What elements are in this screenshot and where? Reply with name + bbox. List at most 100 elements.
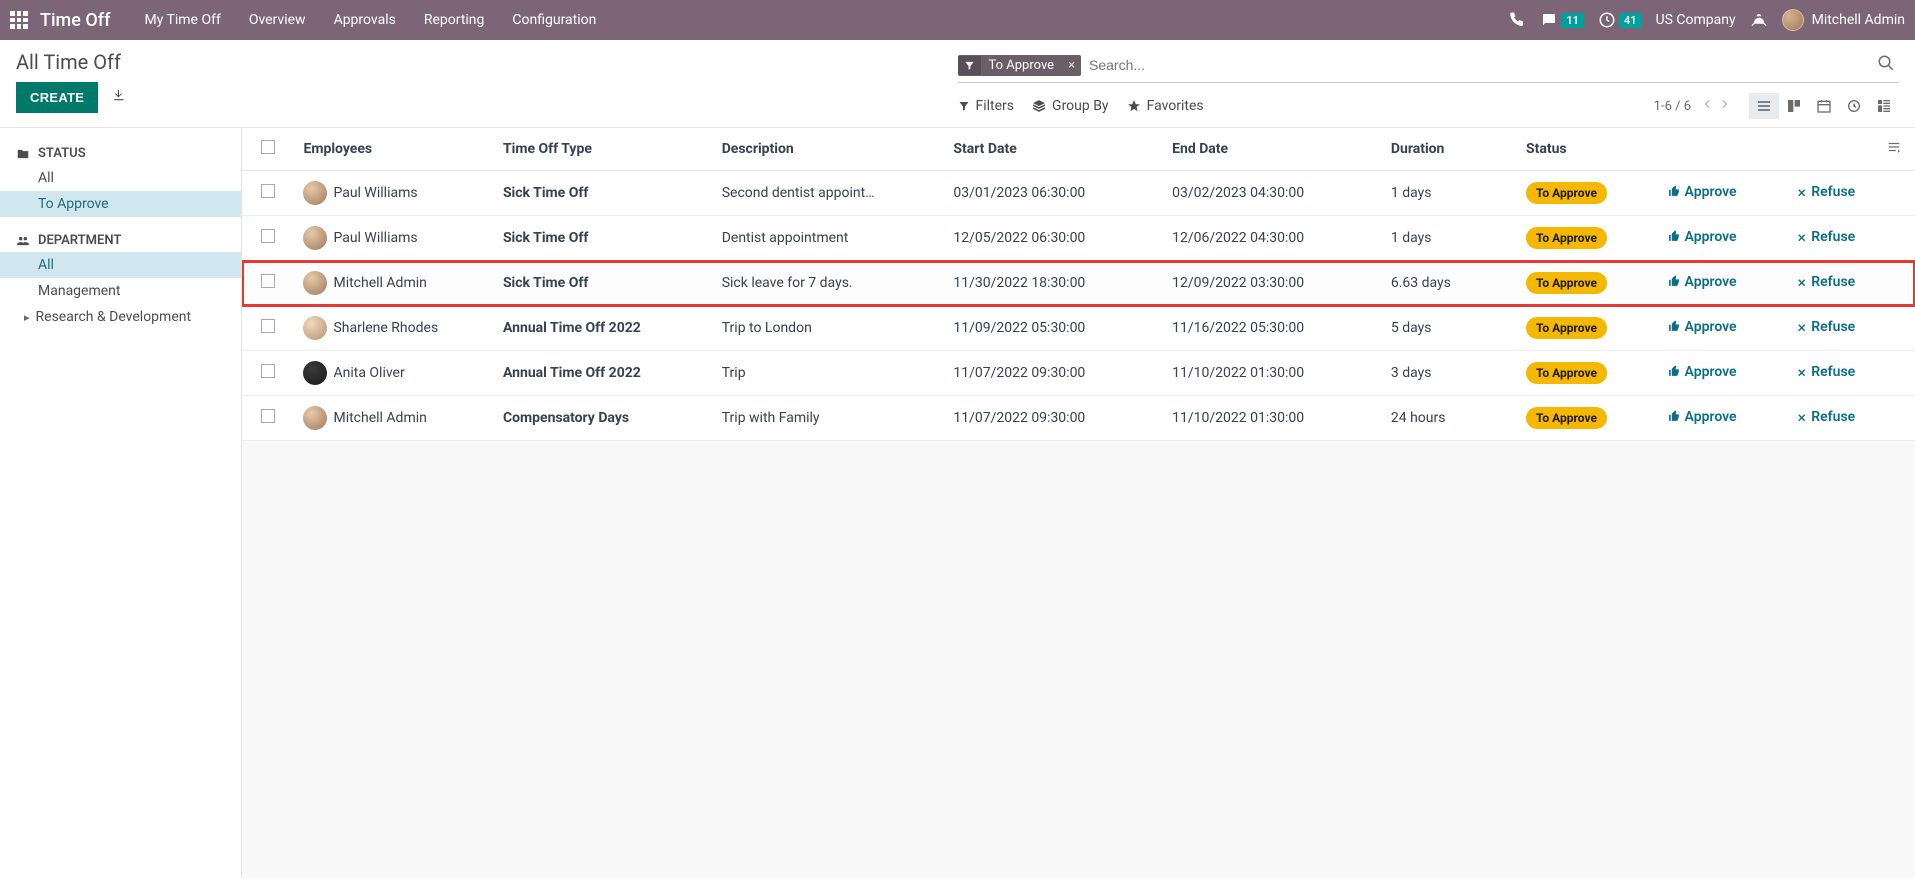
start-date: 12/05/2022 06:30:00: [943, 216, 1162, 261]
user-name: Mitchell Admin: [1812, 12, 1905, 28]
approve-button[interactable]: Approve: [1668, 409, 1737, 425]
refuse-button[interactable]: Refuse: [1796, 229, 1855, 245]
th-type[interactable]: Time Off Type: [493, 128, 712, 171]
nav-link-my-time-off[interactable]: My Time Off: [130, 0, 234, 40]
row-checkbox[interactable]: [261, 184, 275, 198]
end-date: 11/10/2022 01:30:00: [1162, 396, 1381, 441]
table-row[interactable]: Paul Williams Sick Time Off Second dentist…: [242, 171, 1915, 216]
user-menu[interactable]: Mitchell Admin: [1782, 9, 1905, 31]
pager-text[interactable]: 1-6 / 6: [1654, 99, 1691, 114]
timeoff-type: Annual Time Off 2022: [493, 351, 712, 396]
description: Second dentist appointment: [722, 185, 882, 201]
activities-button[interactable]: 41: [1598, 11, 1642, 29]
apps-icon[interactable]: [10, 11, 28, 29]
th-status[interactable]: Status: [1516, 128, 1658, 171]
employee-name: Anita Oliver: [333, 365, 404, 381]
start-date: 11/07/2022 09:30:00: [943, 396, 1162, 441]
people-icon: [16, 234, 30, 248]
row-checkbox[interactable]: [261, 409, 275, 423]
start-date: 11/07/2022 09:30:00: [943, 351, 1162, 396]
search-icon[interactable]: [1873, 50, 1899, 80]
row-checkbox[interactable]: [261, 229, 275, 243]
approve-button[interactable]: Approve: [1668, 364, 1737, 380]
nav-link-approvals[interactable]: Approvals: [320, 0, 410, 40]
avatar: [1782, 9, 1804, 31]
nav-link-reporting[interactable]: Reporting: [410, 0, 499, 40]
refuse-button[interactable]: Refuse: [1796, 364, 1855, 380]
description: Trip to London: [722, 320, 882, 336]
sidebar-dept-header: DEPARTMENT: [0, 229, 241, 252]
nav-link-configuration[interactable]: Configuration: [498, 0, 610, 40]
duration: 1 days: [1381, 216, 1516, 261]
sidebar-dept-management[interactable]: Management: [0, 278, 241, 304]
employee-name: Paul Williams: [333, 185, 417, 201]
avatar: [303, 316, 327, 340]
messages-button[interactable]: 11: [1540, 11, 1584, 29]
pager-prev[interactable]: [1701, 98, 1713, 114]
refuse-button[interactable]: Refuse: [1796, 274, 1855, 290]
control-panel: All Time Off CREATE To Approve ×: [0, 40, 1915, 128]
timeoff-type: Sick Time Off: [493, 261, 712, 306]
table-row[interactable]: Sharlene RhodesAnnual Time Off 2022Trip …: [242, 306, 1915, 351]
row-checkbox[interactable]: [261, 364, 275, 378]
table-row[interactable]: Mitchell AdminSick Time OffSick leave fo…: [242, 261, 1915, 306]
view-kanban[interactable]: [1779, 93, 1809, 119]
end-date: 12/06/2022 04:30:00: [1162, 216, 1381, 261]
view-pivot[interactable]: [1869, 93, 1899, 119]
row-checkbox[interactable]: [261, 319, 275, 333]
status-badge: To Approve: [1526, 272, 1607, 294]
filters-button[interactable]: Filters: [958, 98, 1015, 114]
view-calendar[interactable]: [1809, 93, 1839, 119]
th-duration[interactable]: Duration: [1381, 128, 1516, 171]
sidebar-dept-research-and-development[interactable]: Research & Development: [0, 304, 241, 330]
view-activity[interactable]: [1839, 93, 1869, 119]
avatar: [303, 271, 327, 295]
pager-next[interactable]: [1719, 98, 1731, 114]
favorites-button[interactable]: Favorites: [1127, 98, 1204, 114]
phone-icon[interactable]: [1508, 11, 1526, 29]
columns-adjust-icon[interactable]: [1887, 142, 1901, 158]
top-navbar: Time Off My Time OffOverviewApprovalsRep…: [0, 0, 1915, 40]
sidebar-status-all[interactable]: All: [0, 165, 241, 191]
row-checkbox[interactable]: [261, 274, 275, 288]
timeoff-type: Sick Time Off: [493, 171, 712, 216]
table-row[interactable]: Mitchell AdminCompensatory DaysTrip with…: [242, 396, 1915, 441]
view-list[interactable]: [1749, 93, 1779, 119]
approve-button[interactable]: Approve: [1668, 229, 1737, 245]
list-view: Employees Time Off Type Description Star…: [242, 128, 1915, 878]
th-employees[interactable]: Employees: [293, 128, 492, 171]
groupby-button[interactable]: Group By: [1032, 98, 1109, 114]
approve-button[interactable]: Approve: [1668, 184, 1737, 200]
select-all-checkbox[interactable]: [261, 140, 275, 154]
table-row[interactable]: Paul WilliamsSick Time OffDentist appoin…: [242, 216, 1915, 261]
messages-count: 11: [1561, 13, 1584, 28]
approve-button[interactable]: Approve: [1668, 319, 1737, 335]
duration: 6.63 days: [1381, 261, 1516, 306]
refuse-button[interactable]: Refuse: [1796, 409, 1855, 425]
employee-name: Sharlene Rhodes: [333, 320, 438, 336]
download-icon[interactable]: [112, 90, 126, 106]
th-start[interactable]: Start Date: [943, 128, 1162, 171]
start-date: 11/30/2022 18:30:00: [943, 261, 1162, 306]
avatar: [303, 361, 327, 385]
table-row[interactable]: Anita OliverAnnual Time Off 2022Trip11/0…: [242, 351, 1915, 396]
employee-name: Paul Williams: [333, 230, 417, 246]
create-button[interactable]: CREATE: [16, 82, 98, 113]
search-input[interactable]: [1081, 51, 1873, 79]
sidebar-dept-all[interactable]: All: [0, 252, 241, 278]
debug-icon[interactable]: [1750, 11, 1768, 29]
refuse-button[interactable]: Refuse: [1796, 319, 1855, 335]
activities-count: 41: [1619, 13, 1642, 28]
app-title[interactable]: Time Off: [40, 10, 110, 31]
folder-icon: [16, 147, 30, 161]
nav-link-overview[interactable]: Overview: [235, 0, 320, 40]
th-description[interactable]: Description: [712, 128, 944, 171]
refuse-button[interactable]: Refuse: [1796, 184, 1855, 200]
sidebar-status-to-approve[interactable]: To Approve: [0, 191, 241, 217]
timeoff-type: Compensatory Days: [493, 396, 712, 441]
employee-name: Mitchell Admin: [333, 275, 426, 291]
company-switcher[interactable]: US Company: [1656, 12, 1736, 28]
approve-button[interactable]: Approve: [1668, 274, 1737, 290]
filter-chip-remove[interactable]: ×: [1062, 55, 1081, 76]
th-end[interactable]: End Date: [1162, 128, 1381, 171]
